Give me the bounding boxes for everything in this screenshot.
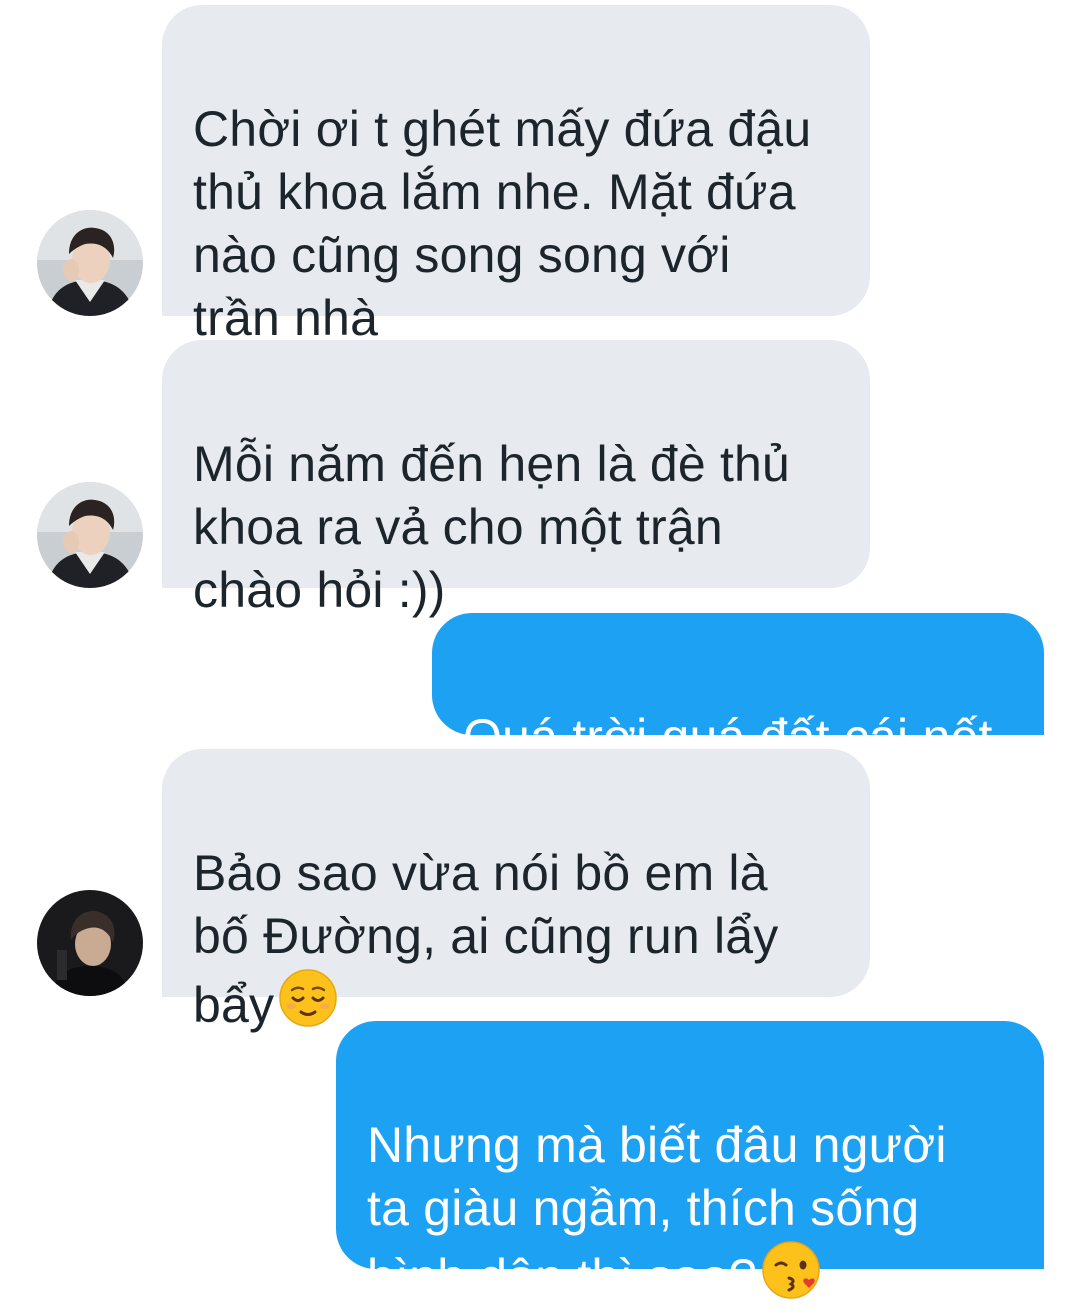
incoming-message-bubble[interactable]: Chời ơi t ghét mấy đứa đậu thủ khoa lắm …	[162, 5, 870, 346]
relieved-face-icon	[278, 968, 338, 1043]
incoming-message-bubble[interactable]: Mỗi năm đến hẹn là đè thủ khoa ra vả cho…	[162, 340, 870, 618]
avatar[interactable]	[37, 890, 143, 996]
avatar[interactable]	[37, 482, 143, 588]
profile-photo-dark	[37, 890, 143, 996]
outgoing-message-bubble[interactable]: Quá trời quá đất cái nết	[432, 613, 1044, 765]
profile-photo-light	[37, 210, 143, 316]
incoming-message-bubble[interactable]: Bảo sao vừa nói bồ em là bố Đường, ai cũ…	[162, 749, 870, 1033]
message-text: Chời ơi t ghét mấy đứa đậu thủ khoa lắm …	[193, 101, 812, 346]
kissing-face-icon	[761, 1240, 821, 1315]
profile-photo-light	[37, 482, 143, 588]
message-text: Mỗi năm đến hẹn là đè thủ khoa ra vả cho…	[193, 436, 791, 618]
message-text: Nhưng mà biết đâu người ta giàu ngầm, th…	[367, 1117, 947, 1305]
outgoing-message-bubble[interactable]: Nhưng mà biết đâu người ta giàu ngầm, th…	[336, 1021, 1044, 1305]
avatar[interactable]	[37, 210, 143, 316]
